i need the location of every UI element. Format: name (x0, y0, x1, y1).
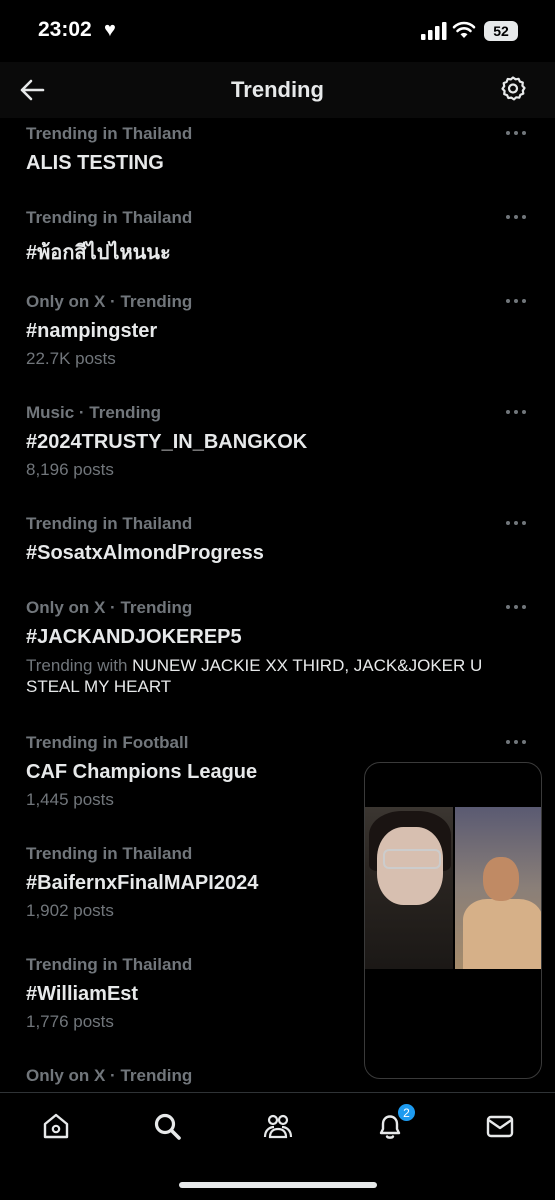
home-icon[interactable] (41, 1111, 71, 1141)
trending-with-text: Trending with NUNEW JACKIE XX THIRD, JAC… (26, 655, 516, 697)
trend-context: Music · Trending (26, 403, 162, 422)
page-title: Trending (231, 77, 324, 102)
trend-item[interactable]: Trending in Thailand #SosatxAlmondProgre… (0, 514, 555, 592)
trend-title: #nampingster (26, 320, 158, 342)
trend-item[interactable]: Only on X · Trending #nampingster 22.7K … (0, 292, 555, 392)
trending-with-label: Trending with (26, 656, 128, 675)
messages-icon[interactable] (485, 1111, 515, 1141)
picture-in-picture-video[interactable] (364, 762, 542, 1079)
status-bar: 23:02 ♥ 52 (0, 0, 555, 62)
trend-title: #พ้อกสีไปไหนนะ (26, 242, 171, 264)
video-person-left (365, 807, 453, 969)
trend-title: #BaifernxFinalMAPI2024 (26, 872, 259, 894)
trend-title: #2024TRUSTY_IN_BANGKOK (26, 431, 308, 453)
home-indicator[interactable] (179, 1182, 377, 1188)
trend-context: Trending in Thailand (26, 844, 193, 863)
trend-title: #WilliamEst (26, 983, 139, 1005)
cellular-signal-icon (421, 22, 447, 40)
trend-item[interactable]: Music · Trending #2024TRUSTY_IN_BANGKOK … (0, 403, 555, 503)
more-options-icon[interactable] (505, 296, 527, 306)
trend-item[interactable]: Trending in Thailand ALIS TESTING (0, 124, 555, 202)
more-options-icon[interactable] (505, 518, 527, 528)
heart-icon: ♥ (104, 19, 116, 41)
trend-item[interactable]: Trending in Thailand #พ้อกสีไปไหนนะ (0, 208, 555, 286)
more-options-icon[interactable] (505, 212, 527, 222)
trend-title: #JACKANDJOKEREP5 (26, 626, 242, 648)
trend-post-count: 1,902 posts (26, 901, 114, 920)
gear-icon[interactable] (499, 75, 527, 103)
trend-post-count: 1,445 posts (26, 790, 114, 809)
trend-context: Trending in Football (26, 733, 189, 752)
trend-post-count: 22.7K posts (26, 349, 116, 368)
more-options-icon[interactable] (505, 128, 527, 138)
more-options-icon[interactable] (505, 602, 527, 612)
wifi-icon (452, 21, 476, 38)
trend-title: CAF Champions League (26, 761, 258, 783)
status-time: 23:02 (38, 18, 92, 41)
trend-context: Trending in Thailand (26, 208, 193, 227)
trend-context: Trending in Thailand (26, 124, 193, 143)
notifications-badge: 2 (397, 1103, 416, 1122)
trend-title: #SosatxAlmondProgress (26, 542, 264, 564)
search-icon[interactable] (152, 1111, 182, 1141)
more-options-icon[interactable] (505, 407, 527, 417)
video-person-right (455, 807, 541, 969)
trend-context: Only on X · Trending (26, 1066, 193, 1085)
trend-context: Trending in Thailand (26, 514, 193, 533)
top-header: Trending (0, 62, 555, 118)
trend-title: ALIS TESTING (26, 152, 164, 174)
trend-context: Only on X · Trending (26, 292, 193, 311)
trend-post-count: 8,196 posts (26, 460, 114, 479)
trend-item[interactable]: Only on X · Trending #JACKANDJOKEREP5 Tr… (0, 598, 555, 724)
battery-indicator: 52 (484, 21, 518, 41)
trend-context: Only on X · Trending (26, 598, 193, 617)
more-options-icon[interactable] (505, 737, 527, 747)
communities-icon[interactable] (263, 1111, 293, 1141)
trend-post-count: 1,776 posts (26, 1012, 114, 1031)
trend-context: Trending in Thailand (26, 955, 193, 974)
